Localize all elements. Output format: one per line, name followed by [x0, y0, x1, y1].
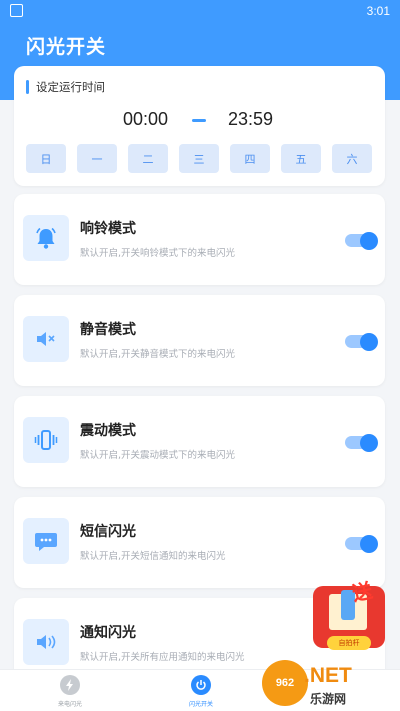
toggle-knob [360, 332, 378, 351]
mode-title: 通知闪光 [80, 625, 136, 641]
speaker-icon [23, 619, 69, 665]
mode-card-vibrate: 震动模式 默认开启,开关震动模式下的来电闪光 [14, 396, 385, 487]
day-tue-button[interactable]: 二 [128, 144, 168, 173]
tab-label: 来电闪光 [57, 701, 82, 708]
day-thu-button[interactable]: 四 [230, 144, 270, 173]
speaker-mute-icon [23, 316, 69, 362]
mode-title: 短信闪光 [80, 524, 136, 540]
toggle-knob [360, 231, 378, 250]
silent-mode-toggle[interactable] [345, 332, 378, 351]
mode-title: 静音模式 [80, 322, 136, 338]
schedule-title: 设定运行时间 [36, 80, 105, 94]
page-title: 闪光开关 [26, 36, 107, 58]
vibrate-mode-toggle[interactable] [345, 433, 378, 452]
power-icon [191, 675, 211, 695]
start-time[interactable]: 00:00 [123, 109, 168, 130]
time-separator [192, 119, 206, 122]
watermark-domain: .NET [304, 664, 352, 687]
promo-badge-label: 自拍杆 [327, 636, 371, 650]
mode-description: 默认开启,开关所有应用通知的来电闪光 [80, 652, 245, 663]
vibrate-icon [23, 417, 69, 463]
mode-card-ring: 响铃模式 默认开启,开关响铃模式下的来电闪光 [14, 194, 385, 285]
day-sat-button[interactable]: 六 [332, 144, 372, 173]
bell-icon [23, 215, 69, 261]
mode-title: 震动模式 [80, 423, 136, 439]
status-time: 3:01 [366, 4, 390, 18]
mode-description: 默认开启,开关震动模式下的来电闪光 [80, 450, 236, 461]
status-bar: 3:01 [0, 0, 400, 22]
toggle-knob [360, 433, 378, 452]
sms-flash-toggle[interactable] [345, 534, 378, 553]
tab-incoming-flash[interactable]: 来电闪光 [10, 670, 130, 711]
mode-card-silent: 静音模式 默认开启,开关静音模式下的来电闪光 [14, 295, 385, 386]
watermark-logo: 962 [262, 660, 308, 706]
day-wed-button[interactable]: 三 [179, 144, 219, 173]
weekday-selector: 日 一 二 三 四 五 六 [26, 144, 373, 173]
day-fri-button[interactable]: 五 [281, 144, 321, 173]
mode-title: 响铃模式 [80, 221, 136, 237]
watermark-name: 乐游网 [310, 692, 347, 706]
ring-mode-toggle[interactable] [345, 231, 378, 250]
flash-icon [60, 675, 80, 695]
end-time[interactable]: 23:59 [228, 109, 273, 130]
mode-description: 默认开启,开关短信通知的来电闪光 [80, 551, 226, 562]
chat-bubble-icon [23, 518, 69, 564]
day-mon-button[interactable]: 一 [77, 144, 117, 173]
toggle-knob [360, 534, 378, 553]
tab-label: 闪光开关 [188, 701, 213, 708]
schedule-card: 设定运行时间 00:00 23:59 日 一 二 三 四 五 六 [14, 66, 385, 186]
app-notification-icon [10, 4, 23, 17]
accent-bar [26, 80, 29, 94]
day-sun-button[interactable]: 日 [26, 144, 66, 173]
site-watermark: 962 .NET 乐游网 [262, 660, 400, 710]
mode-description: 默认开启,开关响铃模式下的来电闪光 [80, 248, 236, 259]
tab-flash-switch[interactable]: 闪光开关 [141, 670, 261, 711]
mode-description: 默认开启,开关静音模式下的来电闪光 [80, 349, 236, 360]
promo-gift-badge[interactable]: 送 自拍杆 [307, 574, 393, 660]
